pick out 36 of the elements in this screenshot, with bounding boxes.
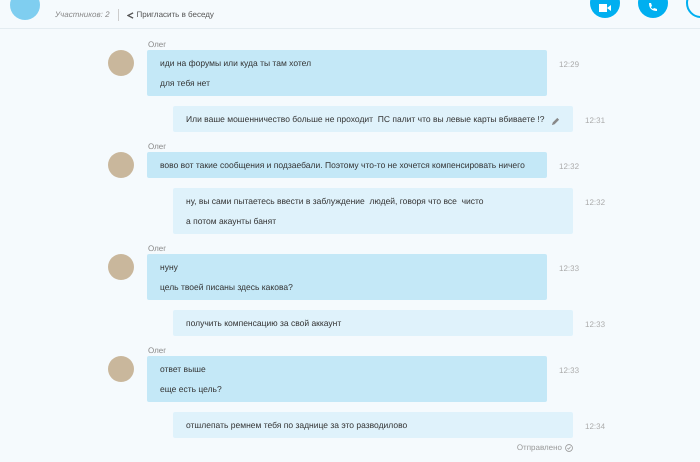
avatar <box>108 152 134 178</box>
message-text: получить компенсацию за свой аккаунт <box>186 317 342 330</box>
share-icon <box>126 12 134 18</box>
message-text: еще есть цель? <box>160 383 222 396</box>
message-text: отшлепать ремнем тебя по заднице за это разводилово <box>186 419 408 432</box>
message-text: ну, вы сами пытаетесь ввести в заблуждение людей, говоря что все чисто <box>186 195 484 208</box>
check-circle-icon <box>565 444 573 452</box>
invite-link[interactable]: Пригласить в беседу <box>126 9 214 21</box>
message-time: 12:31 <box>585 116 606 126</box>
message-time: 12:34 <box>585 422 606 432</box>
message-text: ответ выше <box>160 363 207 376</box>
message-text: нуну <box>160 261 179 274</box>
message-text: вово вот такие сообщения и подзаебали. Поэтому что-то не хочется компенсировать ничего <box>160 159 525 172</box>
message-text: а потом акаунты банят <box>186 215 278 228</box>
message-text: иди на форумы или куда ты там хотел <box>160 57 312 70</box>
avatar <box>108 356 134 382</box>
message-text: цель твоей писаны здесь какова? <box>160 281 293 294</box>
avatar <box>108 254 134 280</box>
avatar <box>108 50 134 76</box>
sender-name: Олег <box>148 346 168 356</box>
message-time: 12:29 <box>559 60 580 70</box>
sender-name: Олег <box>148 40 168 50</box>
participants-count: Участников: 2 <box>55 9 119 21</box>
message-time: 12:33 <box>559 366 580 376</box>
sent-status: Отправлено <box>516 442 562 454</box>
message-time: 12:33 <box>559 264 580 274</box>
message-text: для тебя нет <box>160 77 211 90</box>
video-camera-icon <box>599 4 611 12</box>
sender-name: Олег <box>148 244 168 254</box>
sender-name: Олег <box>148 142 168 152</box>
message-time: 12:33 <box>585 320 606 330</box>
phone-icon <box>648 2 658 12</box>
message-time: 12:32 <box>559 162 580 172</box>
message-text: Или ваше мошенничество больше не проходит ПС палит что вы левые карты вбиваете !? <box>186 113 545 126</box>
message-time: 12:32 <box>585 198 606 208</box>
pencil-icon[interactable] <box>551 117 560 126</box>
